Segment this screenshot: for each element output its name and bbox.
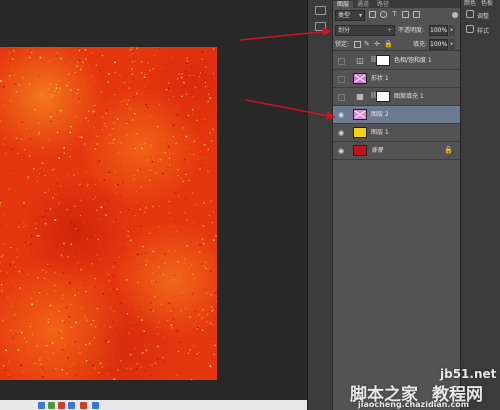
watermark: jb51.net 脚本之家 教程网 jiaocheng.chazidian.co… — [350, 340, 500, 410]
canvas-area[interactable] — [0, 0, 307, 400]
filter-kind-label: 类型 — [338, 12, 351, 19]
dock-section-adjustments[interactable]: 调整 — [477, 11, 489, 20]
lock-move-icon[interactable]: ✛ — [374, 41, 381, 48]
tab-swatches[interactable]: 色板 — [481, 0, 493, 8]
layer-row-pattern-fill[interactable]: ▦ ⛓ 图案填充 1 — [333, 88, 461, 106]
adjustment-filter-icon[interactable] — [380, 11, 387, 18]
watermark-domain: jiaocheng.chazidian.com — [358, 400, 470, 409]
blend-mode-select[interactable]: 划分 ÷ — [335, 25, 395, 36]
lock-label: 锁定: — [335, 41, 350, 48]
tab-color[interactable]: 颜色 — [464, 0, 476, 8]
filter-kind-select[interactable]: 类型 ▾ — [335, 10, 365, 21]
chevron-down-icon: ÷ — [386, 27, 392, 34]
visibility-toggle[interactable] — [338, 58, 345, 65]
layer-mask-thumbnail[interactable] — [376, 55, 390, 66]
document-canvas[interactable] — [0, 47, 217, 380]
layer-row-hue-saturation[interactable]: ◫ ⛓ 色相/饱和度 1 — [333, 52, 461, 70]
watermark-site: jb51.net — [440, 367, 497, 381]
layer-thumbnail — [353, 73, 367, 84]
layer-name: 色相/饱和度 1 — [394, 57, 432, 64]
shape-filter-icon[interactable] — [402, 11, 409, 18]
fill-input[interactable]: 100% — [429, 39, 448, 50]
adjustment-layer-icon: ◫ — [356, 56, 364, 65]
tab-layers[interactable]: 图层 — [333, 1, 354, 8]
eye-icon[interactable]: ◉ — [338, 112, 344, 119]
lock-row: 锁定: ✎ ✛ 🔒 填充: 100% ▸ — [333, 38, 461, 51]
panel-tabs: 图层 通道 路径 — [333, 0, 460, 8]
smart-object-filter-icon[interactable] — [413, 11, 420, 18]
app-icon[interactable] — [68, 402, 75, 409]
layer-thumbnail — [353, 127, 367, 138]
layer-row-layer-2[interactable]: ◉ 图层 2 — [333, 106, 461, 124]
dock-section-styles[interactable]: 样式 — [477, 26, 489, 35]
eye-icon[interactable]: ◉ — [338, 148, 344, 155]
layer-name: 图层 1 — [371, 129, 389, 136]
app-icon[interactable] — [58, 402, 65, 409]
tab-channels[interactable]: 通道 — [353, 1, 373, 8]
filter-toggle-icon[interactable] — [452, 12, 458, 18]
tab-paths[interactable]: 路径 — [373, 1, 393, 8]
layer-filter-row: 类型 ▾ T — [333, 9, 461, 22]
layer-row-shape[interactable]: 形状 1 — [333, 70, 461, 88]
layer-name: 图案填充 1 — [394, 93, 424, 100]
fill-dropdown-icon[interactable]: ▸ — [449, 39, 455, 50]
layer-thumbnail — [353, 109, 367, 120]
layer-mask-thumbnail[interactable] — [376, 91, 390, 102]
lock-icon: 🔒 — [444, 146, 453, 154]
lock-brush-icon[interactable]: ✎ — [364, 41, 371, 48]
type-filter-icon[interactable]: T — [391, 11, 398, 18]
pixel-filter-icon[interactable] — [369, 11, 376, 18]
lock-transparent-icon[interactable] — [354, 41, 361, 48]
texture-speckles — [0, 47, 217, 380]
layer-thumbnail — [353, 145, 367, 156]
fill-label: 填充: — [413, 41, 428, 48]
app-icon[interactable] — [92, 402, 99, 409]
opacity-label: 不透明度: — [398, 27, 425, 34]
layer-name: 形状 1 — [371, 75, 389, 82]
blend-mode-value: 划分 — [338, 27, 351, 34]
history-icon[interactable] — [315, 6, 326, 15]
opacity-input[interactable]: 100% — [429, 25, 448, 36]
panel-icon-strip — [307, 0, 332, 410]
layer-row-layer-1[interactable]: ◉ 图层 1 — [333, 124, 461, 142]
app-icon[interactable] — [38, 402, 45, 409]
taskbar-strip — [0, 400, 307, 410]
opacity-dropdown-icon[interactable]: ▸ — [449, 25, 455, 36]
visibility-toggle[interactable] — [338, 94, 345, 101]
lock-all-icon[interactable]: 🔒 — [384, 41, 393, 48]
layer-list: ◫ ⛓ 色相/饱和度 1 形状 1 ▦ ⛓ 图案填充 1 ◉ 图层 2 ◉ 图层… — [333, 52, 461, 160]
layer-name: 背景 — [371, 147, 384, 154]
visibility-toggle[interactable] — [338, 76, 345, 83]
app-icon[interactable] — [80, 402, 87, 409]
properties-icon[interactable] — [315, 22, 326, 31]
blend-row: 划分 ÷ 不透明度: 100% ▸ — [333, 24, 461, 37]
pattern-fill-icon: ▦ — [356, 92, 364, 101]
adjustments-icon[interactable] — [466, 10, 474, 18]
app-icon[interactable] — [48, 402, 55, 409]
layer-row-background[interactable]: ◉ 背景 🔒 — [333, 142, 461, 160]
pattern-icon — [354, 110, 366, 119]
pattern-icon — [354, 74, 366, 83]
styles-icon[interactable] — [466, 25, 474, 33]
eye-icon[interactable]: ◉ — [338, 130, 344, 137]
chevron-down-icon: ▾ — [358, 12, 362, 19]
layer-name: 图层 2 — [371, 111, 389, 118]
